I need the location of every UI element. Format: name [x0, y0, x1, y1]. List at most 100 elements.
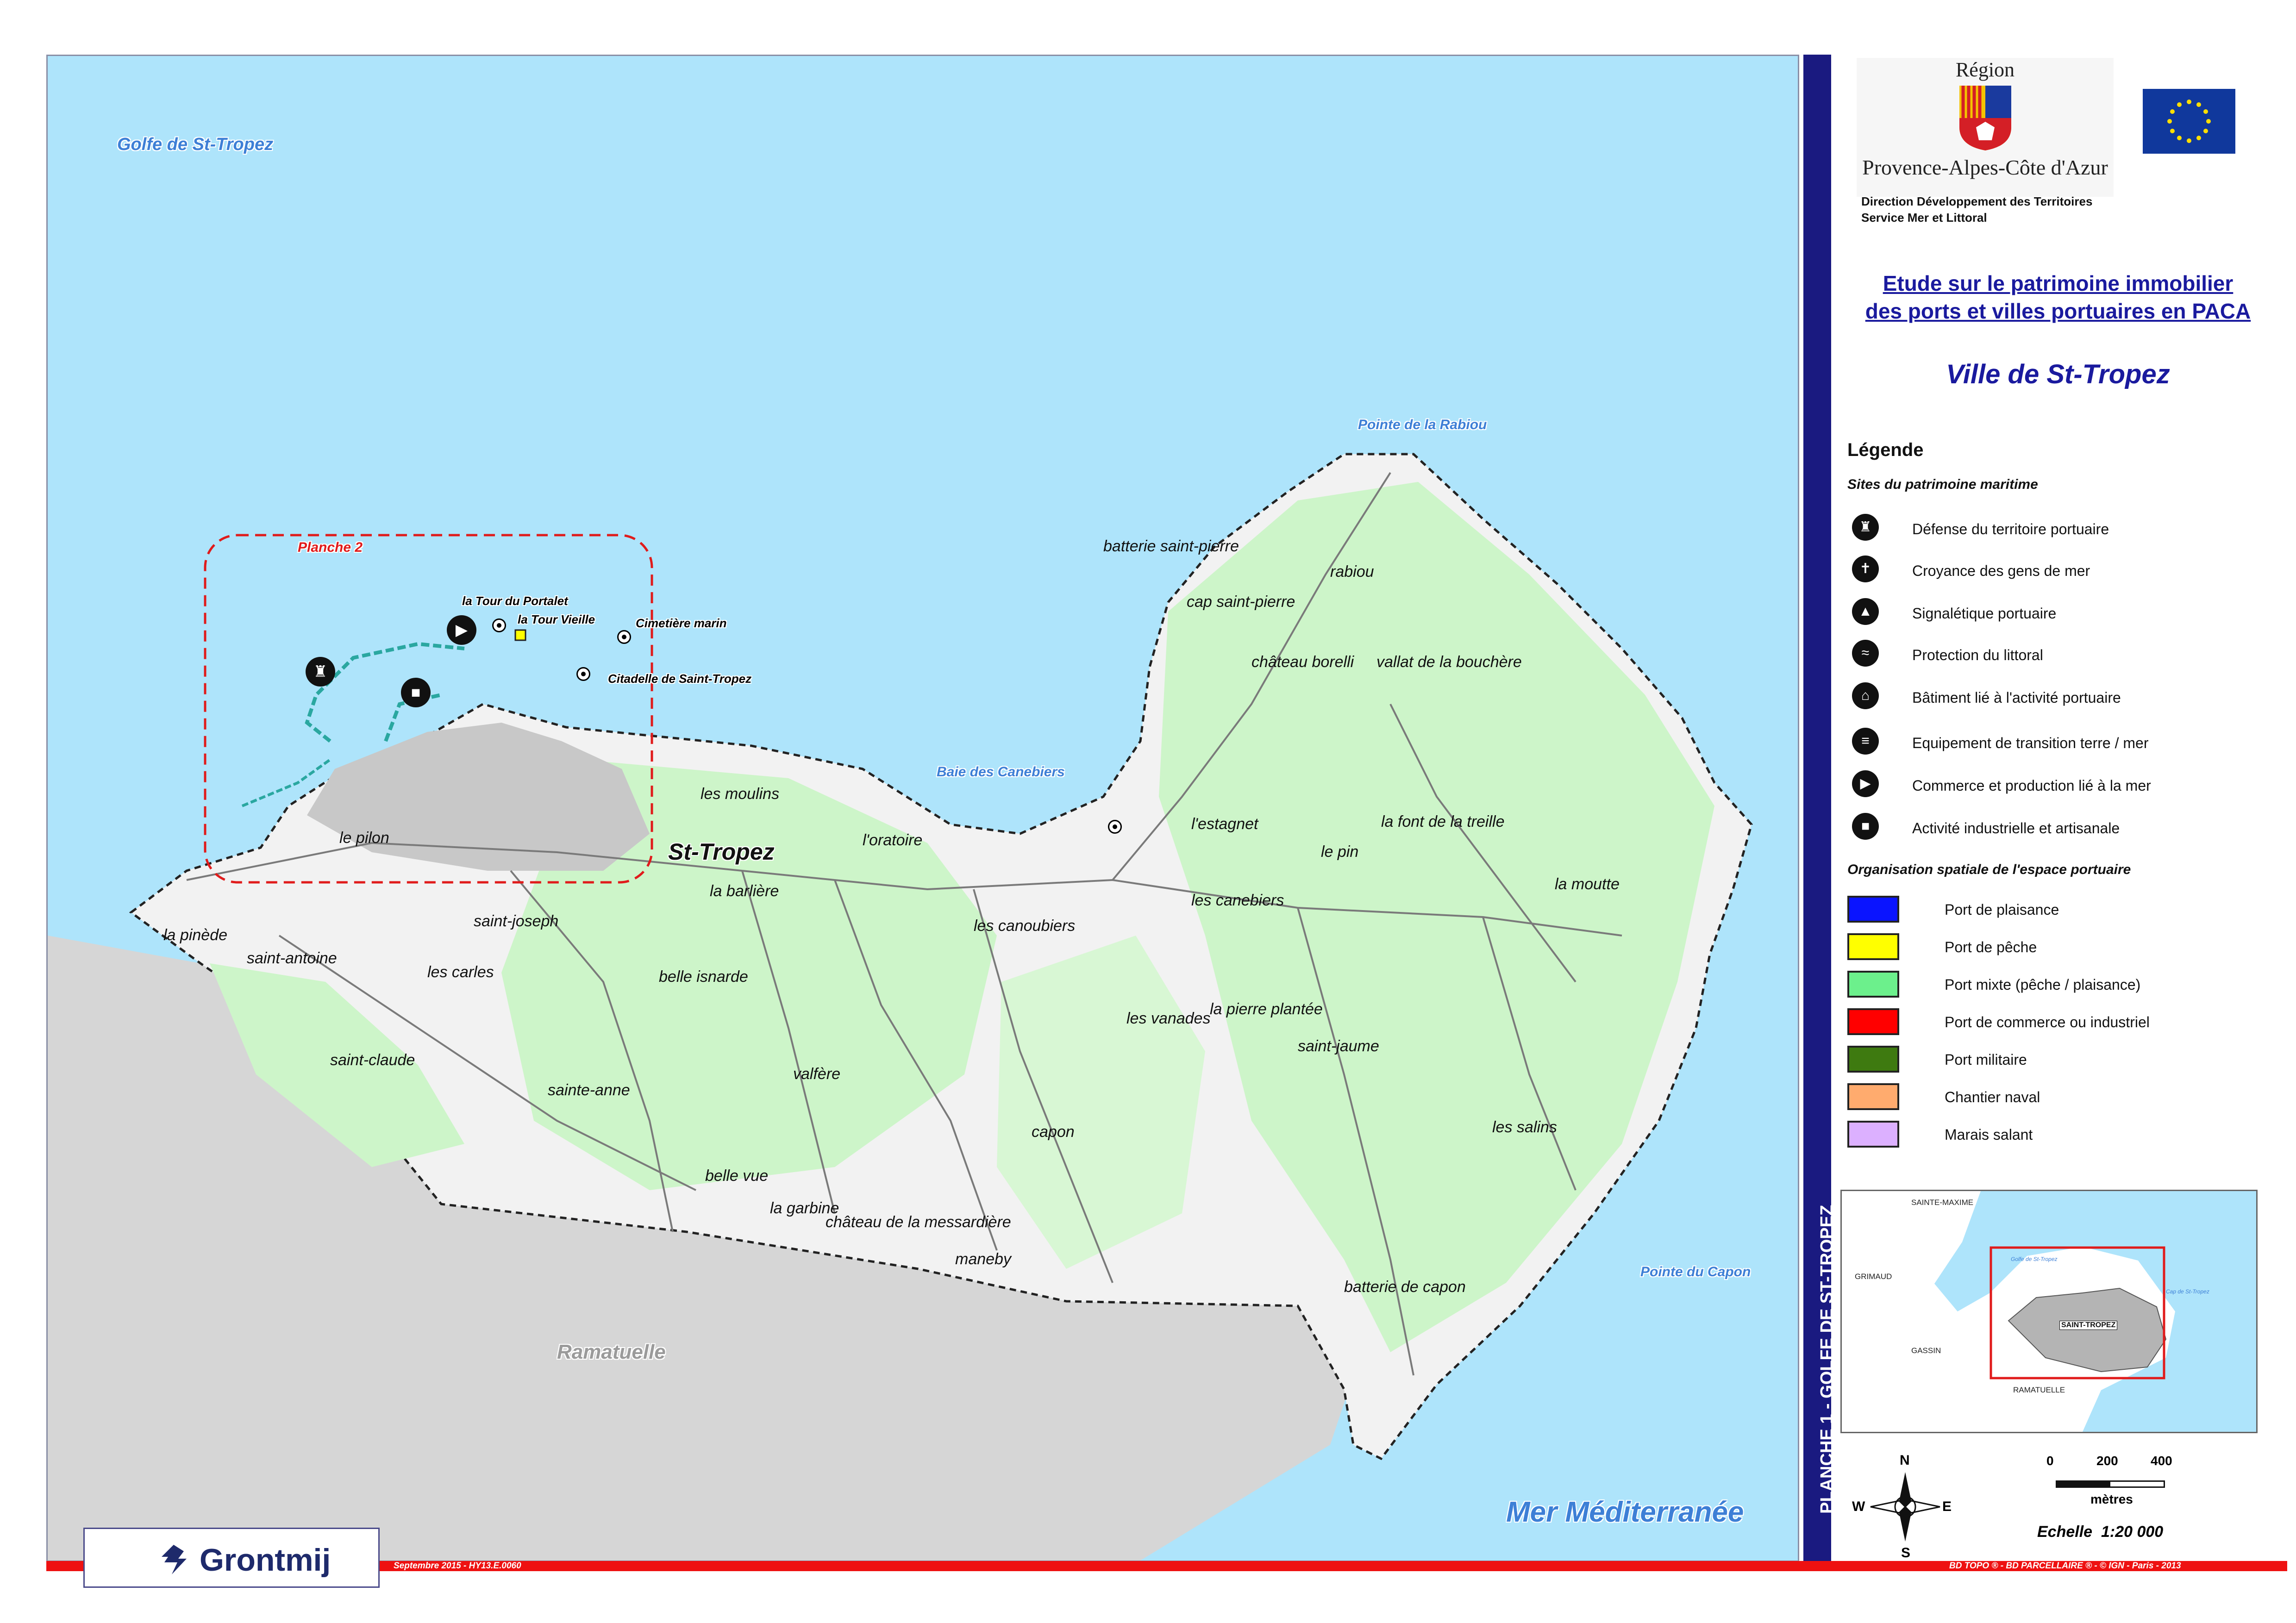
- fish-icon: ▶: [1852, 770, 1879, 797]
- castle-icon: ♜: [1852, 514, 1879, 541]
- place-les-canebiers: les canebiers: [1191, 892, 1284, 909]
- inset-canvas: [1842, 1191, 2256, 1432]
- compass-rose: N S E W: [1852, 1453, 1958, 1561]
- legend-zone-label: Port de pêche: [1945, 939, 2037, 955]
- legend-site-label: Bâtiment lié à l'activité portuaire: [1912, 689, 2121, 706]
- church-icon: ✝: [1852, 556, 1879, 582]
- legend-zone-label: Port mixte (pêche / plaisance): [1945, 976, 2141, 993]
- place-belle-isnarde: belle isnarde: [659, 968, 748, 986]
- legend-zone-label: Marais salant: [1945, 1126, 2033, 1143]
- citadelle-label: Citadelle de Saint-Tropez: [608, 672, 752, 686]
- citadelle-poi-icon[interactable]: [576, 667, 590, 681]
- place-valfere: valfère: [793, 1065, 841, 1083]
- inset-sainte-maxime: SAINTE-MAXIME: [1911, 1198, 1974, 1207]
- place-la-barliere: la barlière: [710, 882, 779, 900]
- legend-zone-label: Port de plaisance: [1945, 901, 2059, 918]
- legend-site-label: Défense du territoire portuaire: [1912, 521, 2109, 537]
- swatch-plaisance: [1847, 896, 1899, 923]
- planche-title-vertical: PLANCHE 1 - GOLFE DE ST-TROPEZ: [1817, 1205, 1837, 1514]
- service-line: Service Mer et Littoral: [1861, 211, 1987, 225]
- place-la-moutte: la moutte: [1555, 875, 1620, 893]
- place-vallat: vallat de la bouchère: [1376, 653, 1522, 671]
- footer-sources: BD TOPO ® - BD PARCELLAIRE ® - © IGN - P…: [1949, 1561, 2181, 1571]
- sea-label: Mer Méditerranée: [1506, 1496, 1744, 1528]
- inset-grimaud: GRIMAUD: [1855, 1272, 1892, 1281]
- portalet-label: la Tour du Portalet: [462, 594, 568, 608]
- place-maneby: maneby: [955, 1250, 1011, 1268]
- place-pierre-plantee: la pierre plantée: [1210, 1000, 1323, 1018]
- slipway-icon: ≡: [1852, 728, 1879, 755]
- map-canvas[interactable]: [48, 56, 1798, 1561]
- swatch-mixte: [1847, 971, 1899, 998]
- place-capon: capon: [1032, 1123, 1075, 1141]
- region-logo: Région Provence-Alpes-Côte d'Azur: [1857, 58, 2114, 197]
- region-name: Provence-Alpes-Côte d'Azur: [1862, 156, 2108, 179]
- inset-cap: Cap de St-Tropez: [2166, 1288, 2209, 1295]
- scale-unit: mètres: [2090, 1492, 2133, 1506]
- place-messardiere: château de la messardière: [826, 1213, 1011, 1231]
- legend-site-label: Equipement de transition terre / mer: [1912, 735, 2149, 751]
- legend-title: Légende: [1847, 440, 1924, 460]
- cimetiere-poi-icon[interactable]: [617, 630, 631, 644]
- grontmij-mark-icon: [162, 1545, 187, 1574]
- inset-saint-tropez: SAINT-TROPEZ: [2059, 1321, 2118, 1330]
- castle-icon[interactable]: ♜: [306, 657, 335, 687]
- legend-zone-label: Port militaire: [1945, 1051, 2027, 1068]
- place-les-moulins: les moulins: [701, 785, 780, 803]
- wave-icon: ≈: [1852, 640, 1879, 667]
- swatch-peche: [1847, 933, 1899, 960]
- city-title: Ville de St-Tropez: [1946, 359, 2170, 389]
- eu-flag-icon: [2143, 89, 2235, 154]
- inset-map[interactable]: SAINTE-MAXIME GRIMAUD GASSIN RAMATUELLE …: [1840, 1190, 2258, 1433]
- swatch-chantier: [1847, 1083, 1899, 1110]
- inset-gassin: GASSIN: [1911, 1346, 1941, 1355]
- fish-icon[interactable]: ▶: [447, 615, 476, 645]
- compass-n: N: [1900, 1453, 1910, 1468]
- lighthouse-icon: ▲: [1852, 598, 1879, 625]
- planche-2-label: Planche 2: [298, 540, 363, 555]
- legend-site-label: Commerce et production lié à la mer: [1912, 777, 2151, 794]
- footer-date-ref: Septembre 2015 - HY13.E.0060: [394, 1561, 521, 1571]
- place-les-canoubiers: les canoubiers: [974, 917, 1076, 935]
- company-name: Grontmij: [200, 1542, 331, 1578]
- port-mole: [305, 642, 465, 743]
- swatch-marais: [1847, 1121, 1899, 1148]
- legend-org-subtitle: Organisation spatiale de l'espace portua…: [1847, 862, 2131, 877]
- place-le-pilon: le pilon: [339, 829, 389, 847]
- swatch-commerce: [1847, 1008, 1899, 1035]
- fishing-port-marker: [514, 629, 526, 641]
- scale-tick-200: 200: [2096, 1454, 2118, 1468]
- legend-zone-label: Chantier naval: [1945, 1089, 2040, 1105]
- place-le-pin: le pin: [1321, 843, 1359, 861]
- place-sainte-anne: sainte-anne: [548, 1081, 630, 1099]
- canebiers-bay-label: Baie des Canebiers: [937, 764, 1065, 780]
- place-saint-joseph: saint-joseph: [474, 912, 559, 930]
- place-les-vanades: les vanades: [1126, 1010, 1211, 1027]
- map-frame[interactable]: Golfe de St-Tropez Pointe de la Rabiou B…: [46, 55, 1799, 1562]
- place-cap-saint-pierre: cap saint-pierre: [1187, 593, 1295, 611]
- portalet-poi-icon[interactable]: [492, 618, 506, 632]
- place-oratoire: l'oratoire: [863, 831, 923, 849]
- rabiou-point-label: Pointe de la Rabiou: [1358, 417, 1487, 432]
- factory-icon: ■: [1852, 813, 1879, 840]
- inset-golfe: Golfe de St-Tropez: [2011, 1256, 2058, 1262]
- legend-zone-label: Port de commerce ou industriel: [1945, 1014, 2150, 1030]
- study-title-line-1: Etude sur le patrimoine immobilier: [1883, 271, 2233, 295]
- place-rabiou: rabiou: [1330, 563, 1374, 581]
- town-label: St-Tropez: [668, 839, 775, 865]
- place-les-salins: les salins: [1492, 1118, 1557, 1136]
- place-saint-claude: saint-claude: [330, 1051, 415, 1069]
- place-batterie-capon: batterie de capon: [1344, 1278, 1466, 1296]
- compass-w: W: [1852, 1499, 1865, 1514]
- factory-icon[interactable]: ■: [401, 678, 431, 707]
- tour-vieille-label: la Tour Vieille: [518, 612, 595, 626]
- legend-site-label: Croyance des gens de mer: [1912, 562, 2090, 579]
- canebiers-poi-icon[interactable]: [1108, 820, 1122, 834]
- place-chateau-borelli: château borelli: [1251, 653, 1354, 671]
- grontmij-logo: Grontmij: [83, 1528, 380, 1588]
- place-les-carles: les carles: [427, 963, 494, 981]
- place-batterie-saint-pierre: batterie saint-pierre: [1103, 537, 1239, 555]
- place-saint-jaume: saint-jaume: [1298, 1037, 1379, 1055]
- place-belle-vue: belle vue: [705, 1167, 769, 1185]
- inset-ramatuelle: RAMATUELLE: [2013, 1386, 2065, 1394]
